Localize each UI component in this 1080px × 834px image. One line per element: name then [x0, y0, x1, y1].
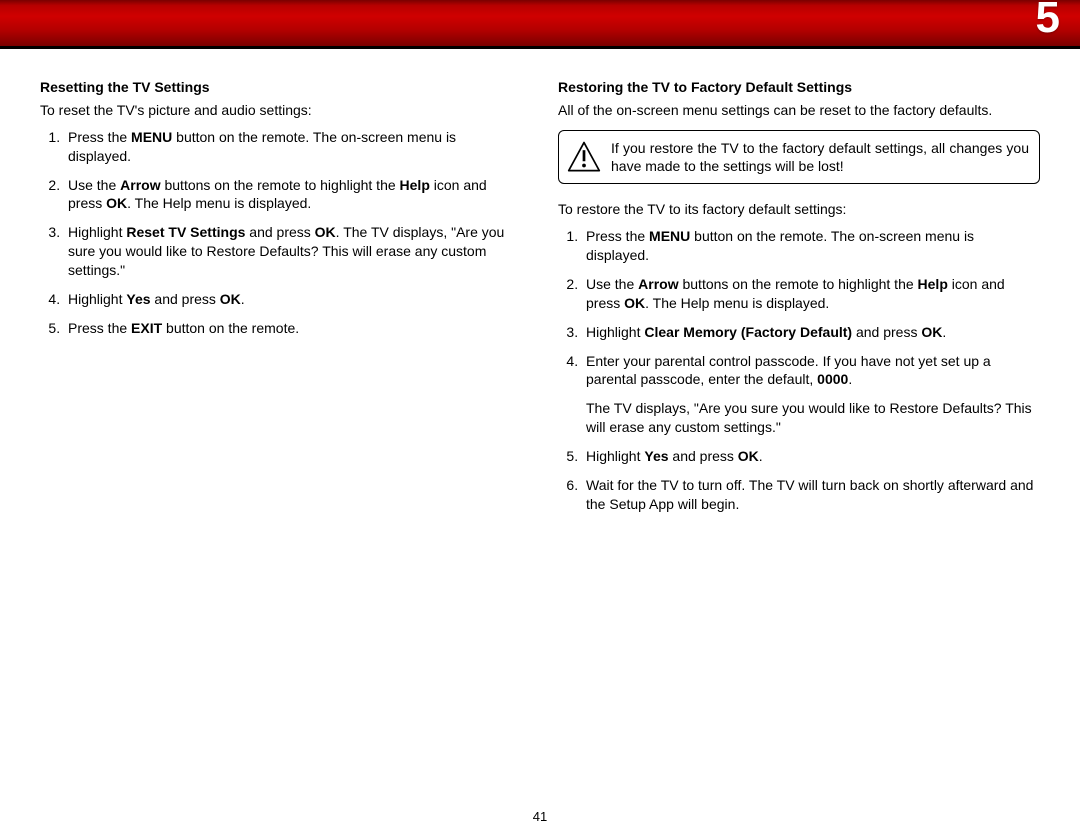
section-intro: To reset the TV's picture and audio sett…	[40, 101, 522, 120]
steps-list: Press the MENU button on the remote. The…	[558, 227, 1040, 514]
section-intro: All of the on-screen menu settings can b…	[558, 101, 1040, 120]
list-item: Press the MENU button on the remote. The…	[64, 128, 522, 166]
list-item: Enter your parental control passcode. If…	[582, 352, 1040, 438]
list-item: Wait for the TV to turn off. The TV will…	[582, 476, 1040, 514]
steps-list: Press the MENU button on the remote. The…	[40, 128, 522, 338]
chapter-banner: 5	[0, 0, 1080, 46]
banner-underline	[0, 46, 1080, 49]
page-content: Resetting the TV Settings To reset the T…	[40, 78, 1040, 800]
list-item: Use the Arrow buttons on the remote to h…	[64, 176, 522, 214]
list-item: Press the MENU button on the remote. The…	[582, 227, 1040, 265]
page-number: 41	[0, 809, 1080, 824]
section-heading: Restoring the TV to Factory Default Sett…	[558, 78, 1040, 97]
left-column: Resetting the TV Settings To reset the T…	[40, 78, 522, 800]
section-heading: Resetting the TV Settings	[40, 78, 522, 97]
warning-icon	[567, 140, 601, 174]
list-item: Highlight Yes and press OK.	[582, 447, 1040, 466]
section-intro-2: To restore the TV to its factory default…	[558, 200, 1040, 219]
list-item: Highlight Reset TV Settings and press OK…	[64, 223, 522, 280]
list-item: Press the EXIT button on the remote.	[64, 319, 522, 338]
list-item: Highlight Clear Memory (Factory Default)…	[582, 323, 1040, 342]
chapter-number: 5	[1036, 0, 1060, 40]
list-item: Use the Arrow buttons on the remote to h…	[582, 275, 1040, 313]
right-column: Restoring the TV to Factory Default Sett…	[558, 78, 1040, 800]
warning-callout: If you restore the TV to the factory def…	[558, 130, 1040, 184]
list-item: Highlight Yes and press OK.	[64, 290, 522, 309]
warning-text: If you restore the TV to the factory def…	[611, 139, 1029, 175]
